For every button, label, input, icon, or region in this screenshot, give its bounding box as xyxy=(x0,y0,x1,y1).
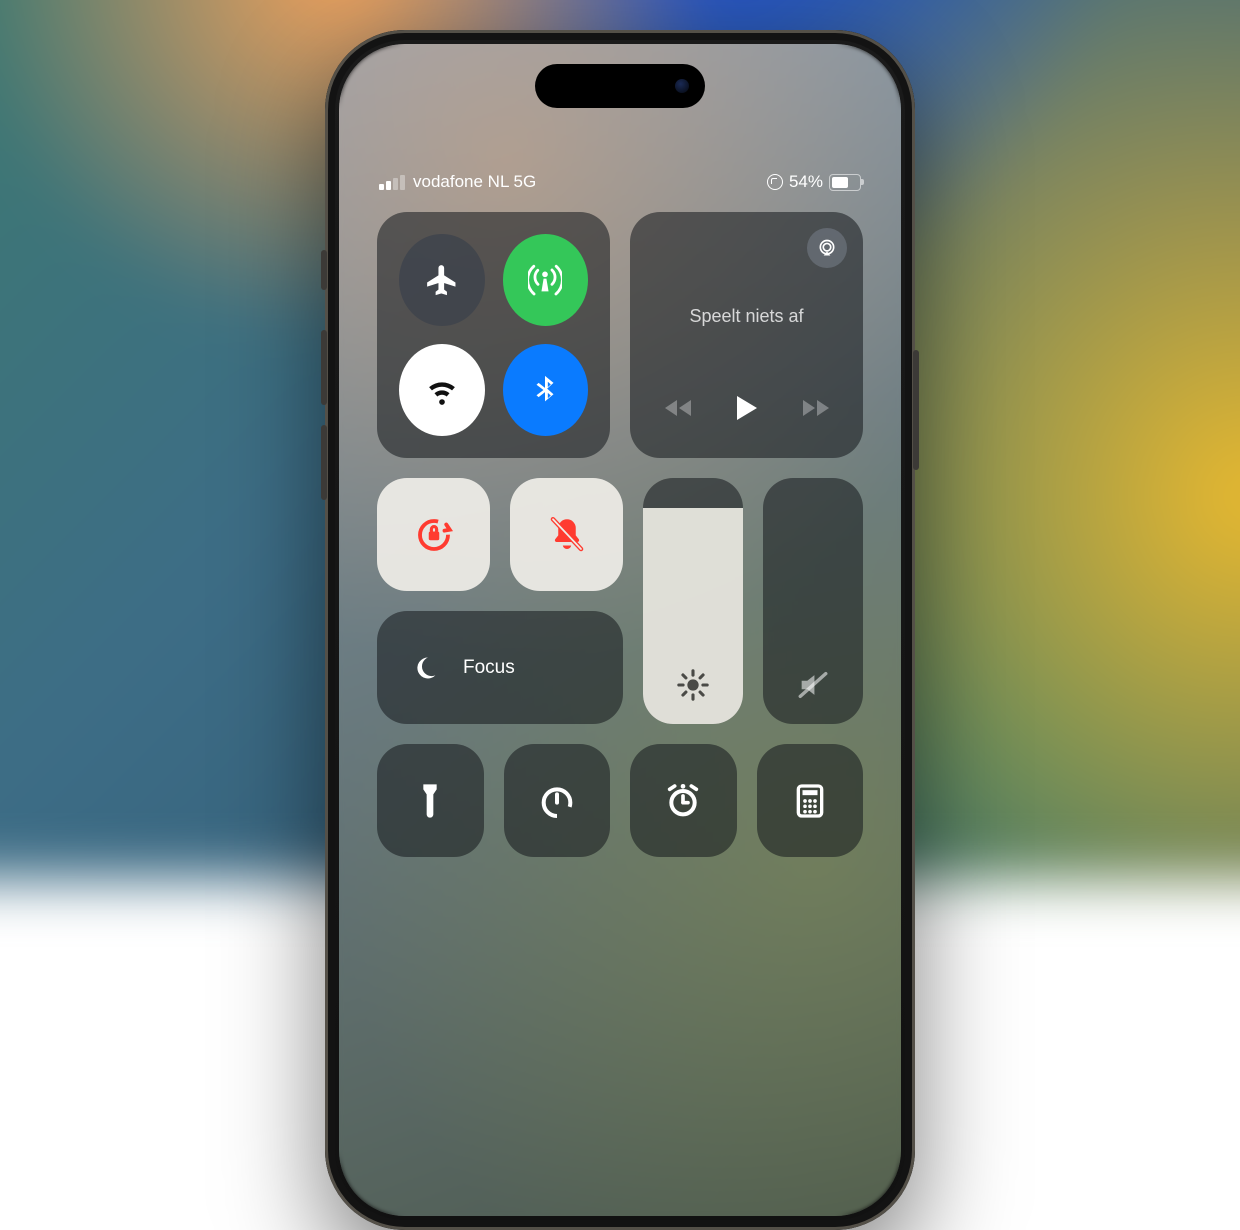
airplay-button[interactable] xyxy=(807,228,847,268)
volume-up-button xyxy=(321,330,327,405)
airplane-mode-toggle[interactable] xyxy=(399,234,485,326)
airplay-icon xyxy=(817,238,837,258)
calculator-icon xyxy=(790,781,830,821)
alarm-clock-icon xyxy=(663,781,703,821)
antenna-icon xyxy=(528,263,562,297)
now-playing-label: Speelt niets af xyxy=(652,306,841,327)
timer-button[interactable] xyxy=(504,744,611,857)
media-next-button[interactable] xyxy=(801,398,829,423)
rotation-lock-toggle[interactable] xyxy=(377,478,490,591)
status-bar: vodafone NL 5G 54% xyxy=(379,172,861,192)
control-center: Speelt niets af xyxy=(377,212,863,877)
connectivity-group[interactable] xyxy=(377,212,610,458)
carrier-label: vodafone NL 5G xyxy=(413,172,536,192)
silent-mode-toggle[interactable] xyxy=(510,478,623,591)
side-button xyxy=(913,350,919,470)
volume-slider[interactable] xyxy=(763,478,863,724)
bluetooth-icon xyxy=(528,373,562,407)
media-play-button[interactable] xyxy=(735,395,759,426)
volume-down-button xyxy=(321,425,327,500)
rotation-lock-status-icon xyxy=(767,174,783,190)
timer-icon xyxy=(537,781,577,821)
wifi-toggle[interactable] xyxy=(399,344,485,436)
media-playback-group[interactable]: Speelt niets af xyxy=(630,212,863,458)
cellular-signal-icon xyxy=(379,175,405,190)
battery-icon xyxy=(829,174,861,191)
volume-mute-icon xyxy=(796,668,830,702)
ringer-switch xyxy=(321,250,327,290)
dynamic-island xyxy=(535,64,705,108)
flashlight-icon xyxy=(410,781,450,821)
flashlight-button[interactable] xyxy=(377,744,484,857)
bell-off-icon xyxy=(546,514,588,556)
phone-frame: vodafone NL 5G 54% xyxy=(325,30,915,1230)
moon-icon xyxy=(403,646,447,690)
media-previous-button[interactable] xyxy=(665,398,693,423)
bluetooth-toggle[interactable] xyxy=(503,344,589,436)
alarm-button[interactable] xyxy=(630,744,737,857)
brightness-icon xyxy=(676,668,710,702)
calculator-button[interactable] xyxy=(757,744,864,857)
focus-label: Focus xyxy=(463,657,515,679)
wifi-icon xyxy=(425,373,459,407)
battery-percent-label: 54% xyxy=(789,172,823,192)
screen: vodafone NL 5G 54% xyxy=(339,44,901,1216)
rotation-lock-icon xyxy=(413,514,455,556)
brightness-slider[interactable] xyxy=(643,478,743,724)
airplane-icon xyxy=(425,263,459,297)
focus-toggle[interactable]: Focus xyxy=(377,611,623,724)
cellular-data-toggle[interactable] xyxy=(503,234,589,326)
